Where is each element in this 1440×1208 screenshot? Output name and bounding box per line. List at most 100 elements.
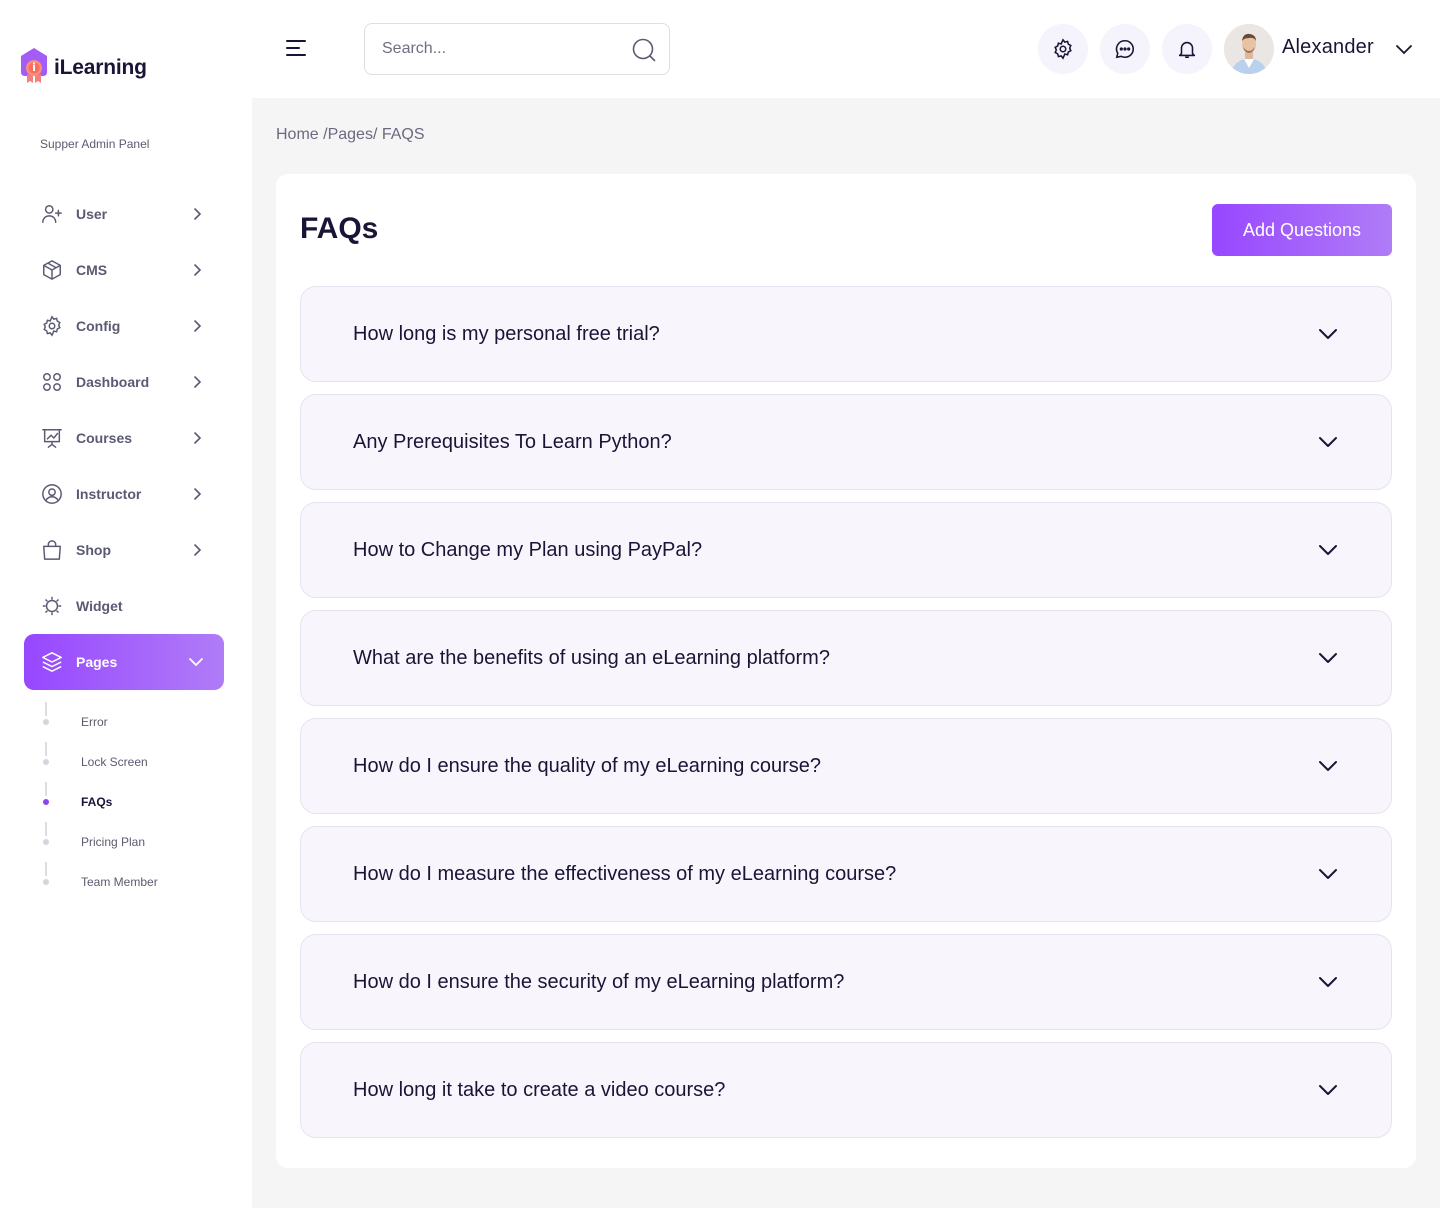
sidebar-item-instructor[interactable]: Instructor bbox=[24, 466, 224, 522]
sidebar-item-label: Config bbox=[76, 318, 121, 334]
faq-item[interactable]: How long is my personal free trial? bbox=[300, 286, 1392, 382]
chevron-right-icon bbox=[194, 320, 202, 332]
notifications-button[interactable] bbox=[1162, 24, 1212, 74]
add-questions-button[interactable]: Add Questions bbox=[1212, 204, 1392, 256]
grid-icon bbox=[41, 371, 63, 393]
faq-item[interactable]: How do I ensure the quality of my eLearn… bbox=[300, 718, 1392, 814]
faq-item[interactable]: Any Prerequisites To Learn Python? bbox=[300, 394, 1392, 490]
logo[interactable]: iLearning bbox=[18, 46, 147, 86]
chevron-down-icon bbox=[1319, 545, 1337, 555]
presentation-icon bbox=[41, 427, 63, 449]
subnav-label: Pricing Plan bbox=[81, 835, 146, 849]
sidebar-item-label: Shop bbox=[76, 542, 111, 558]
bullet-icon bbox=[43, 719, 49, 725]
bullet-icon bbox=[43, 759, 49, 765]
sidebar-item-label: Pages bbox=[76, 654, 118, 670]
faq-item[interactable]: How to Change my Plan using PayPal? bbox=[300, 502, 1392, 598]
faq-item[interactable]: How do I measure the effectiveness of my… bbox=[300, 826, 1392, 922]
faq-list: How long is my personal free trial? Any … bbox=[300, 286, 1392, 1150]
user-plus-icon bbox=[41, 203, 63, 225]
bullet-icon bbox=[43, 879, 49, 885]
settings-icon bbox=[1054, 38, 1072, 60]
avatar[interactable] bbox=[1224, 24, 1274, 74]
chevron-right-icon bbox=[194, 488, 202, 500]
subnav-item-team-member[interactable]: Team Member bbox=[40, 862, 240, 902]
messages-button[interactable] bbox=[1100, 24, 1150, 74]
faq-question: How do I measure the effectiveness of my… bbox=[353, 862, 897, 885]
sidebar: iLearning Supper Admin Panel User CMS Co… bbox=[0, 0, 252, 1208]
bullet-icon bbox=[43, 839, 49, 845]
faq-card: FAQs Add Questions How long is my person… bbox=[276, 174, 1416, 1168]
breadcrumb[interactable]: Home /Pages/ FAQS bbox=[276, 126, 425, 144]
sidebar-nav: User CMS Config Dashboard Courses Instru… bbox=[24, 186, 224, 690]
sidebar-item-pages[interactable]: Pages bbox=[24, 634, 224, 690]
chevron-down-icon[interactable] bbox=[1395, 40, 1413, 58]
user-circle-icon bbox=[41, 483, 63, 505]
subnav-label: Team Member bbox=[81, 875, 158, 889]
faq-question: What are the benefits of using an eLearn… bbox=[353, 646, 830, 669]
faq-question: How long it take to create a video cours… bbox=[353, 1078, 726, 1101]
sidebar-item-user[interactable]: User bbox=[24, 186, 224, 242]
subnav-item-lock-screen[interactable]: Lock Screen bbox=[40, 742, 240, 782]
sidebar-item-label: Widget bbox=[76, 598, 123, 614]
chevron-down-icon bbox=[1319, 761, 1337, 771]
faq-question: How long is my personal free trial? bbox=[353, 322, 660, 345]
logo-icon bbox=[21, 48, 47, 83]
sidebar-item-cms[interactable]: CMS bbox=[24, 242, 224, 298]
chevron-right-icon bbox=[194, 544, 202, 556]
gear-icon bbox=[41, 315, 63, 337]
faq-question: How to Change my Plan using PayPal? bbox=[353, 538, 703, 561]
chevron-right-icon bbox=[194, 376, 202, 388]
box-icon bbox=[41, 259, 63, 281]
chevron-down-icon bbox=[189, 658, 203, 667]
subnav-item-faqs[interactable]: FAQs bbox=[40, 782, 240, 822]
hamburger-icon[interactable] bbox=[286, 39, 306, 57]
chevron-down-icon bbox=[1319, 1085, 1337, 1095]
bullet-icon bbox=[43, 799, 49, 805]
chevron-down-icon bbox=[1319, 437, 1337, 447]
subnav-label: FAQs bbox=[81, 795, 113, 809]
chevron-down-icon bbox=[1319, 869, 1337, 879]
page-title: FAQs bbox=[300, 212, 379, 245]
top-header: Alexander bbox=[252, 0, 1440, 98]
user-name[interactable]: Alexander bbox=[1282, 36, 1374, 59]
chevron-right-icon bbox=[194, 264, 202, 276]
chat-icon bbox=[1115, 39, 1134, 59]
brand-name: iLearning bbox=[54, 56, 147, 79]
subnav-item-error[interactable]: Error bbox=[40, 702, 240, 742]
chevron-down-icon bbox=[1319, 329, 1337, 339]
settings-button[interactable] bbox=[1038, 24, 1088, 74]
sidebar-item-widget[interactable]: Widget bbox=[24, 578, 224, 634]
sidebar-item-label: Instructor bbox=[76, 486, 142, 502]
search-input[interactable] bbox=[382, 24, 622, 74]
subnav-label: Error bbox=[81, 715, 108, 729]
subnav-label: Lock Screen bbox=[81, 755, 148, 769]
cog-badge-icon bbox=[41, 595, 63, 617]
subnav-item-pricing-plan[interactable]: Pricing Plan bbox=[40, 822, 240, 862]
faq-question: Any Prerequisites To Learn Python? bbox=[353, 430, 672, 453]
layers-icon bbox=[41, 651, 63, 673]
sidebar-item-label: User bbox=[76, 206, 108, 222]
faq-question: How do I ensure the security of my eLear… bbox=[353, 970, 845, 993]
pages-subnav: Error Lock Screen FAQs Pricing Plan Team… bbox=[40, 702, 240, 902]
sidebar-item-label: Dashboard bbox=[76, 374, 150, 390]
faq-item[interactable]: What are the benefits of using an eLearn… bbox=[300, 610, 1392, 706]
chevron-down-icon bbox=[1319, 653, 1337, 663]
chevron-right-icon bbox=[194, 432, 202, 444]
user-photo bbox=[1224, 24, 1274, 74]
faq-item[interactable]: How do I ensure the security of my eLear… bbox=[300, 934, 1392, 1030]
sidebar-item-dashboard[interactable]: Dashboard bbox=[24, 354, 224, 410]
sidebar-item-shop[interactable]: Shop bbox=[24, 522, 224, 578]
sidebar-item-courses[interactable]: Courses bbox=[24, 410, 224, 466]
sidebar-item-label: CMS bbox=[76, 262, 108, 278]
faq-question: How do I ensure the quality of my eLearn… bbox=[353, 754, 822, 777]
chevron-down-icon bbox=[1319, 977, 1337, 987]
bell-icon bbox=[1178, 41, 1196, 59]
chevron-right-icon bbox=[194, 208, 202, 220]
sidebar-item-label: Courses bbox=[76, 430, 133, 446]
search-box bbox=[364, 23, 670, 75]
search-icon[interactable] bbox=[631, 37, 657, 63]
faq-item[interactable]: How long it take to create a video cours… bbox=[300, 1042, 1392, 1138]
panel-label: Supper Admin Panel bbox=[40, 137, 150, 151]
sidebar-item-config[interactable]: Config bbox=[24, 298, 224, 354]
